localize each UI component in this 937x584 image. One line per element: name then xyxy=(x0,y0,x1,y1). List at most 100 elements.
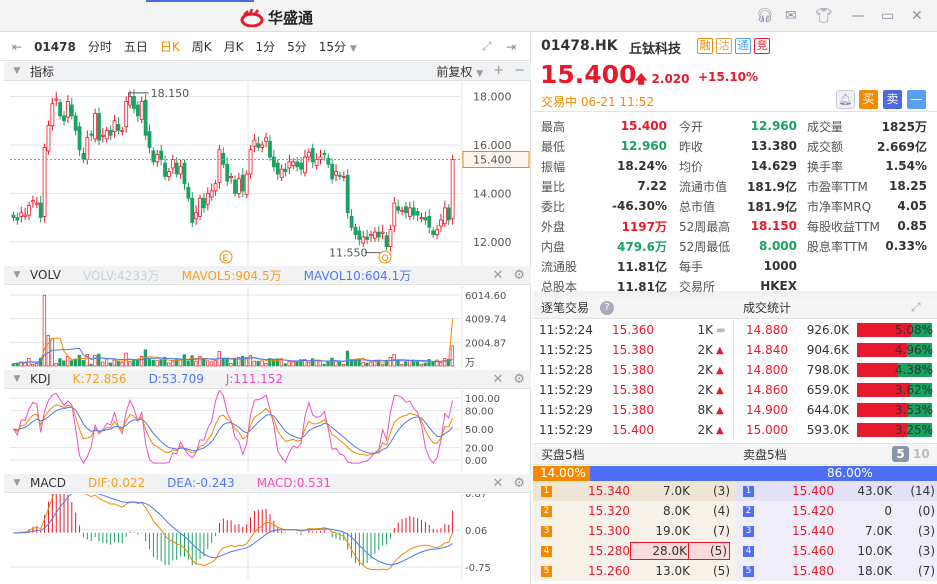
maximize-icon[interactable]: ▭ xyxy=(881,8,894,24)
headset-icon[interactable]: 🎧︎ xyxy=(756,8,774,24)
macd-tick: 0.87 xyxy=(465,494,487,500)
deal-price: 14.860 xyxy=(746,383,788,397)
stat-label: 成交额 xyxy=(807,139,844,154)
candle xyxy=(244,173,249,195)
close-icon[interactable]: ✕ xyxy=(492,476,503,491)
mail-icon[interactable]: ✉ xyxy=(785,8,797,24)
macd-dea-value: DEA:-0.243 xyxy=(167,476,235,490)
candle xyxy=(217,149,222,183)
candle xyxy=(388,229,393,248)
candle xyxy=(365,236,370,240)
candle xyxy=(69,104,74,117)
volv-title: VOLV xyxy=(30,268,62,282)
depth-5-button[interactable]: 5 xyxy=(892,446,909,462)
volume-bar xyxy=(404,361,408,367)
period-tab[interactable]: 周K xyxy=(192,38,212,55)
help-icon[interactable]: ? xyxy=(600,300,614,315)
order-price: 15.480 xyxy=(792,564,834,578)
level-badge: 1 xyxy=(541,485,552,497)
volume-bar xyxy=(186,360,190,367)
candle xyxy=(62,115,66,122)
stat-value: 18.24% xyxy=(617,159,667,173)
order-price: 15.300 xyxy=(588,524,630,538)
period-tab[interactable]: 月K xyxy=(224,38,244,55)
minimize-icon[interactable]: — xyxy=(851,8,865,24)
macd-tick: 0.06 xyxy=(465,526,487,537)
indicator-label[interactable]: 指标 xyxy=(30,63,54,80)
collapse-left-icon[interactable]: ⇤ xyxy=(12,40,22,54)
deal-volume: 926.0K xyxy=(806,323,849,337)
period-tab[interactable]: 五日 xyxy=(124,38,148,55)
period-tab-active[interactable]: 日K xyxy=(160,38,180,55)
volume-bar xyxy=(369,362,373,367)
sell-button[interactable]: 卖 xyxy=(883,90,902,109)
collapse-icon[interactable]: ▼ xyxy=(4,66,30,76)
trade-time: 11:52:25 xyxy=(539,343,593,357)
gear-icon[interactable]: ⚙ xyxy=(513,476,525,491)
fullscreen-icon[interactable]: ⤢ xyxy=(482,39,492,54)
fullscreen-icon[interactable]: ⤢ xyxy=(911,300,921,315)
order-price: 15.320 xyxy=(588,504,630,518)
stats-row: 外盘 1197万 52周最高 18.150 每股收益TTM 0.85 xyxy=(533,216,937,236)
candle xyxy=(124,100,129,128)
stat-value: 8.000 xyxy=(759,239,797,253)
more-button[interactable]: — xyxy=(907,90,926,109)
period-tab[interactable]: 1分 xyxy=(255,38,275,55)
stat-value: 7.22 xyxy=(637,179,667,193)
close-icon[interactable]: ✕ xyxy=(492,372,503,387)
candle xyxy=(194,212,199,220)
collapse-icon[interactable]: ▼ xyxy=(4,374,30,384)
candle xyxy=(225,163,230,182)
volume-bar xyxy=(128,361,132,367)
close-icon[interactable]: ✕ xyxy=(492,268,503,283)
candle xyxy=(58,102,63,117)
stat-label: 总股本 xyxy=(541,279,578,294)
volume-bar xyxy=(396,360,400,367)
trade-time: 11:52:24 xyxy=(539,323,593,337)
candle xyxy=(77,126,82,151)
period-tab[interactable]: 5分 xyxy=(287,38,307,55)
stock-code: 01478 xyxy=(34,39,76,54)
chevron-down-icon: ▼ xyxy=(349,44,357,54)
adjust-dropdown[interactable]: 前复权 ▼ xyxy=(436,63,483,80)
order-count: (5) xyxy=(713,564,730,578)
candle xyxy=(341,176,346,178)
period-dropdown[interactable]: 15分 ▼ xyxy=(319,38,357,55)
ask-row: 3 15.440 7.0K (3) xyxy=(735,521,937,541)
connect-tag: 通 xyxy=(735,38,751,54)
gear-icon[interactable]: ⚙ xyxy=(513,372,525,387)
candle xyxy=(139,100,144,120)
candle xyxy=(112,120,117,133)
stat-value: 11.81亿 xyxy=(617,279,667,294)
minus-icon[interactable]: − xyxy=(514,63,525,80)
order-count: (3) xyxy=(918,524,935,538)
close-icon[interactable]: ✕ xyxy=(911,8,923,24)
alert-bell-button[interactable]: 🔔︎ xyxy=(836,90,855,109)
depth-10-button[interactable]: 10 xyxy=(913,447,930,461)
stat-label: 内盘 xyxy=(541,239,566,254)
stat-label: 52周最高 xyxy=(679,219,731,234)
collapse-icon[interactable]: ▼ xyxy=(4,478,30,488)
stats-row: 振幅 18.24% 均价 14.629 换手率 1.54% xyxy=(533,156,937,176)
stats-row: 量比 7.22 流通市值 181.9亿 市盈率TTM 18.25 xyxy=(533,176,937,196)
gear-icon[interactable]: ⚙ xyxy=(513,268,525,283)
trade-price: 15.380 xyxy=(612,383,654,397)
volume-bar xyxy=(34,363,39,367)
bid-row: 1 15.340 7.0K (3) xyxy=(533,481,735,501)
candle xyxy=(151,150,156,163)
shirt-icon[interactable]: 👕︎ xyxy=(815,8,833,24)
candlestick-chart[interactable]: 18.000 16.000 14.000 12.000 15.400 18.150 11.5… xyxy=(0,82,531,266)
stat-value: 1825万 xyxy=(881,119,927,134)
candle xyxy=(271,156,276,168)
collapse-icon[interactable]: ▼ xyxy=(4,270,30,280)
stat-label: 昨收 xyxy=(679,139,704,154)
buy-button[interactable]: 买 xyxy=(859,90,878,109)
expand-right-icon[interactable]: ⇥ xyxy=(506,40,516,54)
trade-volume: 2K xyxy=(697,343,713,357)
price-tick: 12.000 xyxy=(473,236,512,249)
candle xyxy=(205,192,210,205)
period-tab[interactable]: 分时 xyxy=(88,38,112,55)
stat-value: 4.05 xyxy=(897,199,927,213)
plus-icon[interactable]: + xyxy=(493,63,504,80)
stat-label: 外盘 xyxy=(541,219,566,234)
